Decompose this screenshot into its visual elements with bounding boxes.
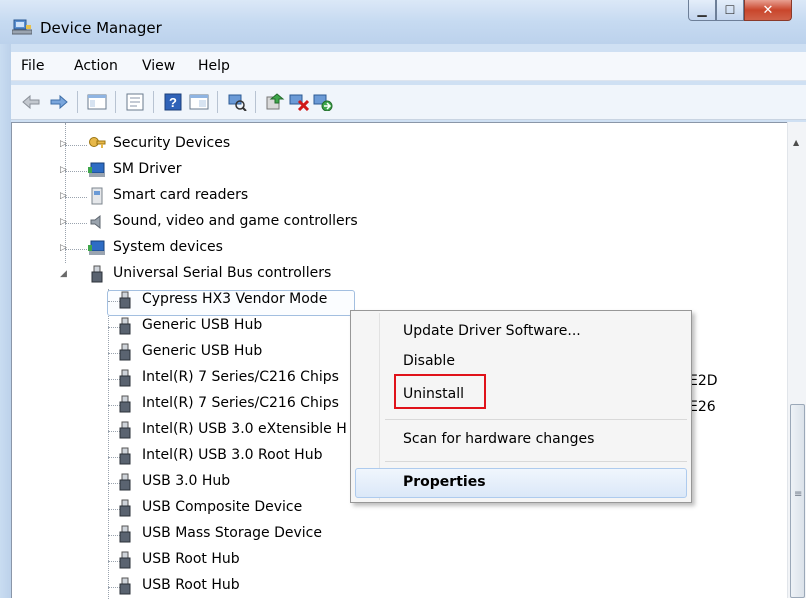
tree-item-system-devices[interactable]: System devices bbox=[113, 239, 223, 255]
toolbar-separator bbox=[77, 91, 78, 113]
window-title: Device Manager bbox=[40, 19, 162, 37]
grip-icon: ≡ bbox=[794, 489, 803, 500]
uninstall-icon[interactable] bbox=[289, 93, 309, 111]
tree-guide-line bbox=[108, 289, 109, 599]
usb-device-icon bbox=[119, 421, 131, 439]
scrollbar-thumb[interactable]: ≡ bbox=[790, 404, 805, 598]
back-arrow-icon[interactable] bbox=[21, 93, 41, 111]
menu-file[interactable]: File bbox=[21, 58, 44, 74]
properties-icon[interactable] bbox=[125, 93, 145, 111]
expand-arrow-icon[interactable]: ▷ bbox=[60, 217, 67, 227]
menu-update-driver[interactable]: Update Driver Software... bbox=[403, 323, 581, 339]
menu-action[interactable]: Action bbox=[74, 58, 118, 74]
key-icon bbox=[89, 137, 106, 148]
maximize-button[interactable]: ☐ bbox=[716, 0, 744, 21]
usb-device-icon bbox=[119, 343, 131, 361]
close-button[interactable]: ✕ bbox=[744, 0, 792, 21]
tree-branch bbox=[65, 171, 87, 172]
window-frame-left bbox=[0, 44, 11, 598]
usb-device-icon bbox=[119, 473, 131, 491]
tree-item-security-devices[interactable]: Security Devices bbox=[113, 135, 230, 151]
computer-icon bbox=[88, 162, 105, 177]
usb-device-icon bbox=[119, 499, 131, 517]
toolbar-separator bbox=[217, 91, 218, 113]
maximize-icon: ☐ bbox=[724, 3, 736, 17]
menu-properties[interactable]: Properties bbox=[403, 474, 486, 490]
tree-item-usb-device[interactable]: Cypress HX3 Vendor Mode bbox=[142, 291, 327, 307]
menu-scan-hardware[interactable]: Scan for hardware changes bbox=[403, 431, 594, 447]
tree-item-usb-device[interactable]: USB 3.0 Hub bbox=[142, 473, 230, 489]
scroll-up-arrow-icon[interactable]: ▲ bbox=[793, 138, 799, 147]
truncated-text: E2D bbox=[689, 373, 718, 389]
usb-device-icon bbox=[119, 551, 131, 569]
vertical-scrollbar[interactable]: ▲ ≡ bbox=[787, 122, 806, 598]
usb-device-icon bbox=[119, 369, 131, 387]
tree-item-usb-device[interactable]: Generic USB Hub bbox=[142, 343, 262, 359]
speaker-icon bbox=[90, 214, 101, 230]
computer-icon bbox=[88, 240, 105, 255]
usb-device-icon bbox=[119, 447, 131, 465]
tree-item-usb-device[interactable]: USB Composite Device bbox=[142, 499, 302, 515]
smart-card-icon bbox=[91, 187, 103, 205]
menu-bar: File Action View Help bbox=[11, 52, 806, 81]
toolbar-separator bbox=[255, 91, 256, 113]
title-bar[interactable]: Device Manager ▁ ☐ ✕ bbox=[0, 0, 806, 44]
usb-device-icon bbox=[119, 525, 131, 543]
close-icon: ✕ bbox=[762, 2, 774, 18]
show-hide-console-tree-icon[interactable] bbox=[87, 93, 107, 111]
usb-device-icon bbox=[119, 291, 131, 309]
expand-arrow-icon[interactable]: ▷ bbox=[60, 191, 67, 201]
minimize-button[interactable]: ▁ bbox=[688, 0, 716, 21]
tree-item-usb-device[interactable]: USB Root Hub bbox=[142, 577, 240, 593]
tree-item-usb-device[interactable]: USB Mass Storage Device bbox=[142, 525, 322, 541]
tree-branch bbox=[65, 223, 87, 224]
usb-device-icon bbox=[119, 317, 131, 335]
device-manager-icon bbox=[12, 19, 32, 35]
tree-branch bbox=[65, 249, 87, 250]
expand-arrow-icon[interactable]: ▷ bbox=[60, 243, 67, 253]
tree-branch bbox=[65, 197, 87, 198]
collapse-arrow-icon[interactable]: ◢ bbox=[60, 269, 67, 279]
truncated-text: E26 bbox=[689, 399, 716, 415]
tree-item-usb-device[interactable]: USB Root Hub bbox=[142, 551, 240, 567]
forward-arrow-icon[interactable] bbox=[49, 93, 69, 111]
toolbar: ? bbox=[11, 85, 806, 120]
menu-view[interactable]: View bbox=[142, 58, 175, 74]
tree-item-sound-video-game[interactable]: Sound, video and game controllers bbox=[113, 213, 358, 229]
svg-text:?: ? bbox=[169, 95, 177, 110]
tree-branch bbox=[65, 145, 87, 146]
usb-device-icon bbox=[119, 395, 131, 413]
console-tree-icon[interactable] bbox=[189, 93, 209, 111]
menu-disable[interactable]: Disable bbox=[403, 353, 455, 369]
help-icon[interactable]: ? bbox=[163, 93, 183, 111]
toolbar-separator bbox=[153, 91, 154, 113]
tree-item-sm-driver[interactable]: SM Driver bbox=[113, 161, 182, 177]
uninstall-highlight-box bbox=[394, 374, 486, 409]
menu-separator bbox=[385, 461, 687, 462]
menu-help[interactable]: Help bbox=[198, 58, 230, 74]
tree-item-usb-controllers[interactable]: Universal Serial Bus controllers bbox=[113, 265, 331, 281]
toolbar-separator bbox=[115, 91, 116, 113]
tree-item-usb-device[interactable]: Intel(R) 7 Series/C216 Chips bbox=[142, 395, 339, 411]
scan-hardware-icon[interactable] bbox=[227, 93, 247, 111]
usb-device-icon bbox=[119, 577, 131, 595]
minimize-icon: ▁ bbox=[697, 3, 707, 17]
tree-item-usb-device[interactable]: Intel(R) USB 3.0 eXtensible H bbox=[142, 421, 347, 437]
expand-arrow-icon[interactable]: ▷ bbox=[60, 139, 67, 149]
window-controls: ▁ ☐ ✕ bbox=[688, 0, 792, 22]
tree-item-smart-card-readers[interactable]: Smart card readers bbox=[113, 187, 248, 203]
tree-item-usb-device[interactable]: Intel(R) USB 3.0 Root Hub bbox=[142, 447, 322, 463]
expand-arrow-icon[interactable]: ▷ bbox=[60, 165, 67, 175]
menu-separator bbox=[385, 419, 687, 420]
usb-icon bbox=[91, 265, 103, 283]
device-manager-window: Device Manager ▁ ☐ ✕ File Action View He… bbox=[0, 0, 806, 599]
tree-item-usb-device[interactable]: Generic USB Hub bbox=[142, 317, 262, 333]
tree-item-usb-device[interactable]: Intel(R) 7 Series/C216 Chips bbox=[142, 369, 339, 385]
update-driver-icon[interactable] bbox=[265, 93, 285, 111]
enable-icon[interactable] bbox=[313, 93, 333, 111]
